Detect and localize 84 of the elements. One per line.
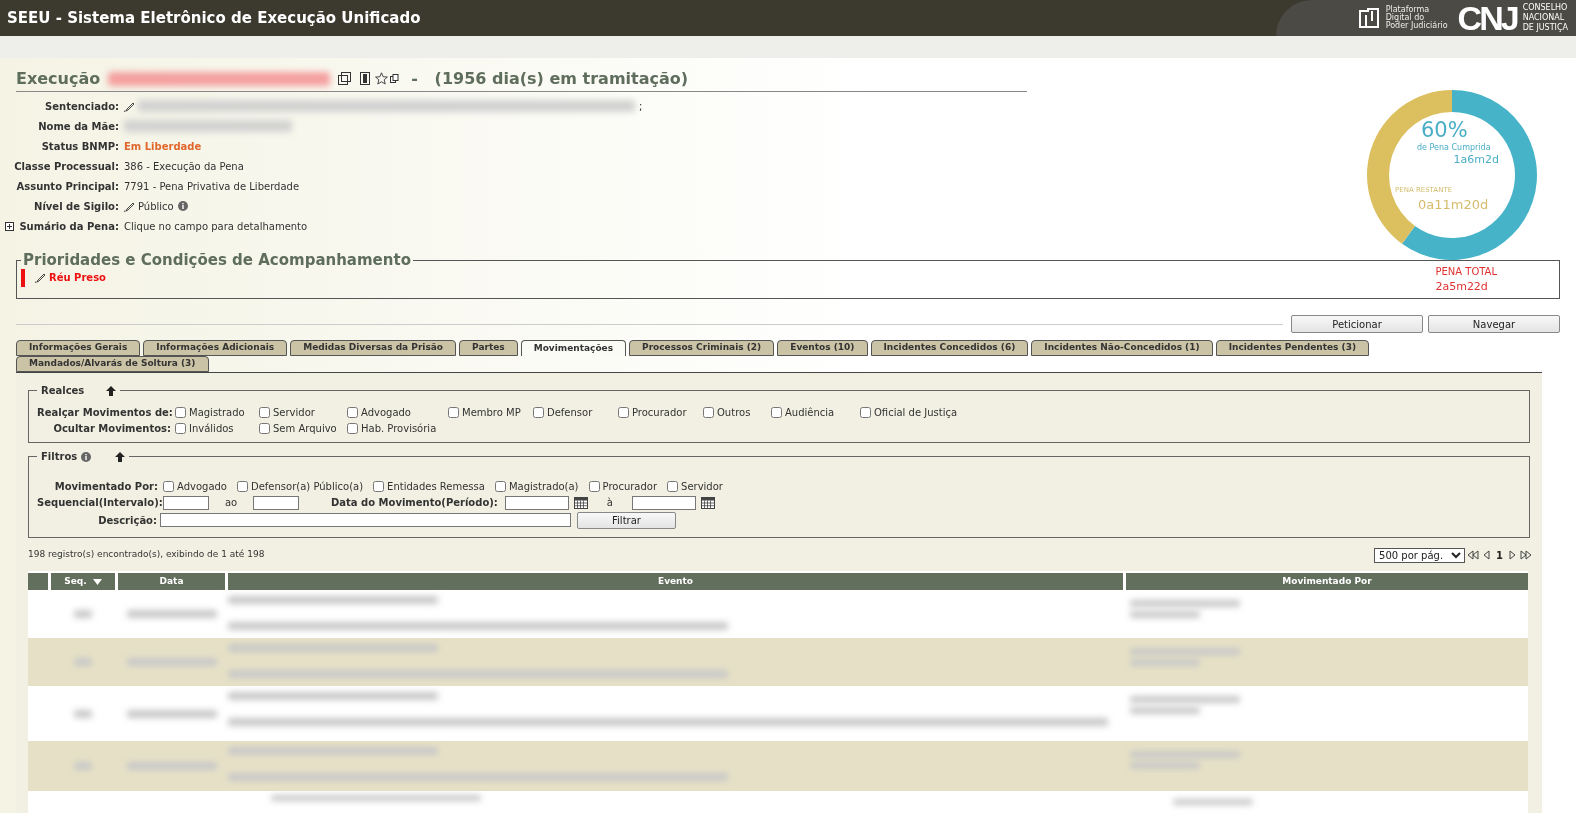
panel-legend: Filtros	[41, 449, 78, 464]
tab[interactable]: Mandados/Alvarás de Soltura (3)	[16, 356, 209, 372]
checkbox-label[interactable]: Advogado	[177, 478, 227, 494]
tab[interactable]: Incidentes Não-Concedidos (1)	[1031, 340, 1213, 356]
served-time: 1a6m2d	[1453, 152, 1499, 168]
tab[interactable]: Eventos (10)	[777, 340, 868, 356]
field-value: ;	[639, 99, 643, 114]
total-time: 2a5m22d	[1435, 278, 1489, 295]
filter-label: Data do Movimento(Período):	[331, 496, 498, 510]
platform-logo-text: Plataforma	[1385, 6, 1431, 14]
panel-legend: Prioridades e Condições de Acompanhamento	[21, 249, 413, 272]
tab[interactable]: Informações Gerais	[16, 340, 141, 356]
app-title: SEEU - Sistema Eletrônico de Execução Unificado	[6, 7, 421, 29]
field-label: Nível de Sigilo:	[34, 199, 119, 214]
field-label: Sumário da Pena:	[19, 219, 119, 234]
field-value: Clique no campo para detalhamento	[124, 219, 308, 234]
remaining-time: 0a11m20d	[1418, 196, 1489, 214]
column-title: Seq.	[64, 574, 87, 588]
checkbox-label[interactable]: Oficial de Justiça	[874, 404, 958, 420]
checkbox-label[interactable]: Outros	[717, 404, 751, 420]
checkbox-label[interactable]: Procurador	[602, 478, 658, 494]
checkbox-label[interactable]: Defensor(a) Público(a)	[251, 478, 364, 494]
percent-served: 60%	[1421, 120, 1468, 141]
field-label: Classe Processual:	[14, 159, 119, 174]
platform-logo-text: Poder Judiciário	[1385, 22, 1448, 30]
process-days: - (1956 dia(s) em tramitação)	[411, 66, 689, 91]
tab[interactable]: Medidas Diversas da Prisão	[290, 340, 457, 356]
checkbox-label[interactable]: Servidor	[681, 478, 723, 494]
platform-logo-text: Digital do	[1385, 14, 1425, 22]
column-header[interactable]: Evento	[228, 573, 1123, 590]
filter-label: Realçar Movimentos de:	[37, 405, 174, 420]
tab[interactable]: Incidentes Concedidos (6)	[870, 340, 1029, 356]
page-size-select[interactable]: 500 por pág.	[1374, 547, 1466, 563]
cnj-logo: CNJ	[1457, 0, 1517, 36]
council-logo-text: CONSELHO	[1522, 3, 1568, 13]
filter-label: Ocultar Movimentos:	[52, 421, 172, 436]
column-title: Evento	[658, 574, 693, 588]
field-label: Assunto Principal:	[16, 179, 119, 194]
column-header[interactable]: Movimentado Por	[1126, 573, 1528, 590]
range-separator: à	[605, 496, 614, 510]
checkbox-label[interactable]: Entidades Remessa	[387, 478, 485, 494]
total-label: PENA TOTAL	[1435, 264, 1497, 279]
column-title: Movimentado Por	[1282, 574, 1372, 588]
tab[interactable]: Processos Criminais (2)	[629, 340, 775, 356]
council-logo-text: DE JUSTIÇA	[1522, 23, 1568, 33]
field-value: 7791 - Pena Privativa de Liberdade	[124, 179, 300, 194]
filter-label: Sequencial(Intervalo):	[37, 496, 163, 510]
filter-button[interactable]: Filtrar	[577, 511, 676, 529]
checkbox-label[interactable]: Hab. Provisória	[361, 420, 437, 436]
checkbox-label[interactable]: Inválidos	[189, 420, 234, 436]
checkbox-label[interactable]: Magistrado(a)	[508, 478, 579, 494]
range-separator: ao	[223, 496, 239, 510]
checkbox-label[interactable]: Sem Arquivo	[273, 420, 337, 436]
checkbox-label[interactable]: Advogado	[361, 404, 411, 420]
page-number[interactable]: 1	[1496, 547, 1503, 563]
field-label: Status BNMP:	[41, 139, 119, 154]
checkbox-label[interactable]: Defensor	[547, 404, 593, 420]
action-button[interactable]: Peticionar	[1291, 315, 1423, 333]
council-logo-text: NACIONAL	[1522, 13, 1566, 23]
filter-label: Movimentado Por:	[53, 479, 159, 494]
filter-label: Descrição:	[97, 513, 158, 528]
field-value: Em Liberdade	[124, 139, 202, 154]
served-label: de Pena Cumprida	[1417, 144, 1491, 152]
panel-legend: Realces	[41, 383, 85, 398]
tab[interactable]: Movimentações	[520, 340, 627, 356]
field-label: Sentenciado:	[45, 99, 119, 114]
column-header[interactable]: Data	[118, 573, 225, 590]
checkbox-label[interactable]: Audiência	[785, 404, 835, 420]
field-value: Público	[138, 199, 174, 214]
column-title: Data	[159, 574, 184, 588]
checkbox-label[interactable]: Membro MP	[462, 404, 521, 420]
checkbox-label[interactable]: Magistrado	[189, 404, 245, 420]
column-header[interactable]: Seq.	[51, 573, 115, 590]
checkbox-label[interactable]: Servidor	[273, 404, 315, 420]
checkbox-label[interactable]: Procurador	[632, 404, 687, 420]
action-button[interactable]: Navegar	[1428, 315, 1560, 333]
priority-label[interactable]: Réu Preso	[49, 270, 106, 285]
result-count: 198 registro(s) encontrado(s), exibindo de 1 até 198	[28, 548, 265, 562]
tab[interactable]: Partes	[459, 340, 518, 356]
field-value: 386 - Execução da Pena	[124, 159, 244, 174]
process-title: Execução	[16, 67, 101, 90]
tab[interactable]: Informações Adicionais	[143, 340, 288, 356]
field-label: Nome da Mãe:	[38, 119, 119, 134]
tab[interactable]: Incidentes Pendentes (3)	[1215, 340, 1370, 356]
